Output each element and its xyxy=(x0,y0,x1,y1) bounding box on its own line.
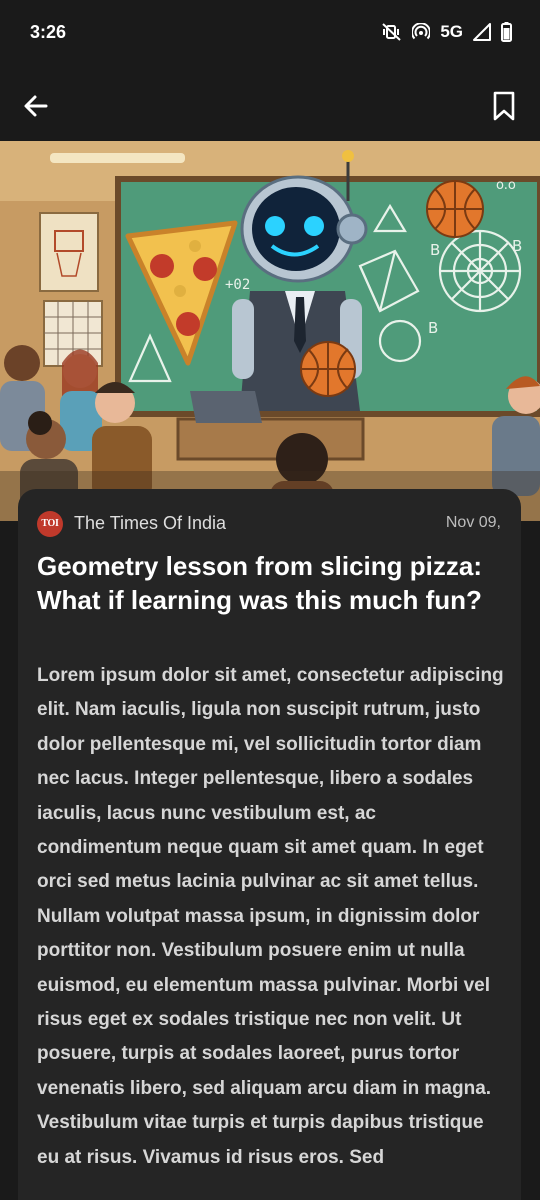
source-name[interactable]: The Times Of India xyxy=(74,513,226,534)
svg-text:o.o: o.o xyxy=(496,178,516,193)
status-bar: 3:26 5G xyxy=(0,0,540,68)
status-time: 3:26 xyxy=(30,22,67,42)
hotspot-icon xyxy=(412,23,431,41)
article-screen: 3:26 5G +02 B B B o.o TOI The Times Of I… xyxy=(0,0,540,1200)
svg-text:B: B xyxy=(430,241,440,259)
article-card: TOI The Times Of India Nov 09, Geometry … xyxy=(18,489,521,1200)
status-icons: 5G xyxy=(382,22,512,42)
classroom-illustration: +02 B B B o.o xyxy=(0,141,540,521)
publish-date: Nov 09, xyxy=(445,514,501,531)
mute-vibrate-icon xyxy=(382,23,402,41)
battery-icon xyxy=(501,22,512,42)
toi-logo: TOI xyxy=(37,511,63,537)
source-row: TOI The Times Of India Nov 09, xyxy=(37,511,501,537)
svg-text:B: B xyxy=(428,319,438,337)
svg-text:B: B xyxy=(512,237,522,255)
app-bar xyxy=(0,68,540,142)
article-headline: Geometry lesson from slicing pizza: What… xyxy=(37,551,482,615)
article-hero-image: +02 B B B o.o xyxy=(0,141,540,521)
network-type: 5G xyxy=(440,22,463,41)
signal-icon xyxy=(473,23,491,41)
bookmark-button[interactable] xyxy=(490,90,518,122)
svg-text:+02: +02 xyxy=(225,277,250,293)
bookmark-icon xyxy=(493,91,515,121)
back-button[interactable] xyxy=(20,90,52,122)
arrow-left-icon xyxy=(24,95,48,117)
article-body: Lorem ipsum dolor sit amet, consectetur … xyxy=(37,665,504,1168)
